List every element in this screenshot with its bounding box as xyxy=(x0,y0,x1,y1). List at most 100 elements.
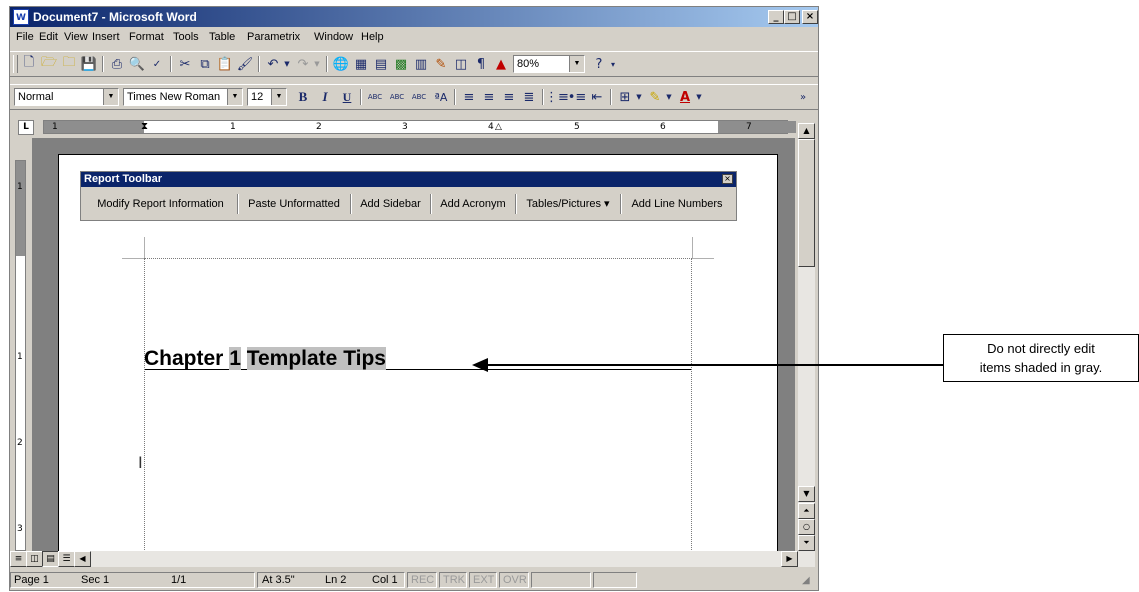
redo-icon[interactable]: ↷ xyxy=(294,55,312,73)
vertical-ruler[interactable]: 1 1 2 3 xyxy=(10,138,31,551)
chevron-down-icon[interactable]: ▼ xyxy=(634,88,644,106)
maximize-button[interactable]: □ xyxy=(784,10,800,24)
status-language[interactable] xyxy=(531,572,591,588)
paste-unformatted-button[interactable]: Paste Unformatted xyxy=(240,190,348,218)
menu-tools[interactable]: Tools xyxy=(173,31,199,43)
format-painter-icon[interactable]: 🖌 xyxy=(236,55,254,73)
print-icon[interactable]: ⎙ xyxy=(108,55,126,73)
highlight-icon[interactable]: ✎ xyxy=(646,88,664,106)
bold-icon[interactable]: B xyxy=(294,88,312,106)
toolbar-overflow-icon[interactable]: » xyxy=(794,88,812,106)
scroll-left-button[interactable]: ◀ xyxy=(74,551,91,567)
minimize-button[interactable]: _ xyxy=(768,10,784,24)
italic-icon[interactable]: I xyxy=(316,88,334,106)
scroll-up-button[interactable]: ▲ xyxy=(798,123,815,139)
zoom-dropdown[interactable]: 80% ▼ xyxy=(513,55,585,73)
status-position-panel[interactable]: Page 1 Sec 1 1/1 xyxy=(10,572,255,588)
ruler-strip[interactable]: 1 1 2 3 4 5 6 7 ⧗ △ xyxy=(43,120,796,134)
resize-grip-icon[interactable]: ◢ xyxy=(802,575,810,586)
status-trk[interactable]: TRK xyxy=(439,572,467,588)
close-icon[interactable]: × xyxy=(722,174,733,184)
align-center-icon[interactable]: ≡ xyxy=(480,88,498,106)
title-bar[interactable]: W Document7 - Microsoft Word _ □ × xyxy=(10,7,818,27)
bullet-list-icon[interactable]: •≡ xyxy=(568,88,587,106)
chevron-down-icon[interactable]: ▼ xyxy=(103,89,118,105)
horizontal-scrollbar[interactable]: ≡ ◫ ▤ ☰ ◀ ▶ xyxy=(10,551,815,567)
menu-table[interactable]: Table xyxy=(209,31,235,43)
undo-icon[interactable]: ↶ xyxy=(264,55,282,73)
tab-stop-icon[interactable]: △ xyxy=(495,121,502,133)
decrease-indent-icon[interactable]: ⇤ xyxy=(588,88,606,106)
chevron-down-icon[interactable]: ▼ xyxy=(569,56,584,72)
new-document-icon[interactable]: 🗋 xyxy=(20,55,38,73)
drawing-icon[interactable]: ✎ xyxy=(432,55,450,73)
scroll-thumb[interactable] xyxy=(798,139,815,267)
menu-view[interactable]: View xyxy=(64,31,88,43)
horizontal-ruler[interactable]: L 1 1 2 3 4 5 6 7 ⧗ △ xyxy=(10,116,818,138)
redo-dropdown-icon[interactable]: ▼ xyxy=(312,55,322,73)
save-icon[interactable]: 💾 xyxy=(80,55,98,73)
double-strike-icon[interactable]: ABC xyxy=(388,88,406,106)
paste-icon[interactable]: 📋 xyxy=(216,55,234,73)
strikethrough-icon[interactable]: ABC xyxy=(366,88,384,106)
open-icon[interactable]: 🗀 xyxy=(60,55,78,73)
normal-view-button[interactable]: ≡ xyxy=(10,551,27,567)
open-folder-icon[interactable]: 🗁 xyxy=(40,55,58,73)
tables-pictures-button[interactable]: Tables/Pictures ▾ xyxy=(518,190,618,218)
select-browse-object-button[interactable]: ○ xyxy=(798,519,815,535)
chevron-down-icon[interactable]: ▼ xyxy=(227,89,242,105)
report-toolbar-title[interactable]: Report Toolbar xyxy=(81,172,736,187)
numbered-list-icon[interactable]: ⋮≡ xyxy=(545,88,569,106)
undo-dropdown-icon[interactable]: ▼ xyxy=(282,55,292,73)
menu-help[interactable]: Help xyxy=(361,31,384,43)
modify-report-information-button[interactable]: Modify Report Information xyxy=(86,190,235,218)
insert-excel-icon[interactable]: ▩ xyxy=(392,55,410,73)
small-caps-icon[interactable]: ABC xyxy=(410,88,428,106)
chapter-heading[interactable]: Chapter 1 Template Tips xyxy=(144,347,386,371)
align-left-icon[interactable]: ≡ xyxy=(460,88,478,106)
scroll-right-button[interactable]: ▶ xyxy=(781,551,798,567)
font-dropdown[interactable]: Times New Roman ▼ xyxy=(123,88,243,106)
insert-table-icon[interactable]: ▤ xyxy=(372,55,390,73)
font-size-dropdown[interactable]: 12 ▼ xyxy=(247,88,287,106)
menu-parametrix[interactable]: Parametrix xyxy=(247,31,300,43)
add-line-numbers-button[interactable]: Add Line Numbers xyxy=(623,190,731,218)
indent-marker-icon[interactable]: ⧗ xyxy=(141,121,148,133)
web-layout-view-button[interactable]: ◫ xyxy=(26,551,43,567)
chevron-down-icon[interactable]: ▼ xyxy=(664,88,674,106)
toolbar-options-icon[interactable]: ▾ xyxy=(608,55,618,73)
toolbar-grip[interactable] xyxy=(13,55,18,73)
status-spelling[interactable] xyxy=(593,572,637,588)
acrobat-icon[interactable]: ▲ xyxy=(492,55,510,73)
help-icon[interactable]: ? xyxy=(590,55,608,73)
cut-icon[interactable]: ✂ xyxy=(176,55,194,73)
menu-file[interactable]: File xyxy=(16,31,34,43)
chevron-down-icon[interactable]: ▼ xyxy=(694,88,704,106)
outline-view-button[interactable]: ☰ xyxy=(58,551,75,567)
add-acronym-button[interactable]: Add Acronym xyxy=(433,190,513,218)
document-map-icon[interactable]: ◫ xyxy=(452,55,470,73)
align-right-icon[interactable]: ≡ xyxy=(500,88,518,106)
status-ovr[interactable]: OVR xyxy=(499,572,529,588)
print-layout-view-button[interactable]: ▤ xyxy=(42,551,59,567)
add-sidebar-button[interactable]: Add Sidebar xyxy=(353,190,428,218)
print-preview-icon[interactable]: 🔍 xyxy=(128,55,146,73)
style-dropdown[interactable]: Normal ▼ xyxy=(14,88,119,106)
status-ext[interactable]: EXT xyxy=(469,572,497,588)
next-page-button[interactable]: ⏷ xyxy=(798,535,815,551)
change-case-icon[interactable]: ªA xyxy=(432,88,450,106)
menu-insert[interactable]: Insert xyxy=(92,31,120,43)
menu-format[interactable]: Format xyxy=(129,31,164,43)
vertical-scrollbar[interactable]: ▲ ▼ ⏶ ○ ⏷ xyxy=(798,123,815,551)
tables-borders-icon[interactable]: ▦ xyxy=(352,55,370,73)
borders-icon[interactable]: ⊞ xyxy=(616,88,634,106)
chevron-down-icon[interactable]: ▼ xyxy=(271,89,286,105)
hyperlink-icon[interactable]: 🌐 xyxy=(332,55,350,73)
menu-edit[interactable]: Edit xyxy=(39,31,58,43)
scroll-down-button[interactable]: ▼ xyxy=(798,486,815,502)
font-color-icon[interactable]: A xyxy=(676,88,694,106)
menu-window[interactable]: Window xyxy=(314,31,353,43)
vertical-ruler-strip[interactable]: 1 1 2 3 xyxy=(15,160,26,551)
tab-selector-button[interactable]: L xyxy=(18,120,34,135)
justify-icon[interactable]: ≣ xyxy=(520,88,538,106)
